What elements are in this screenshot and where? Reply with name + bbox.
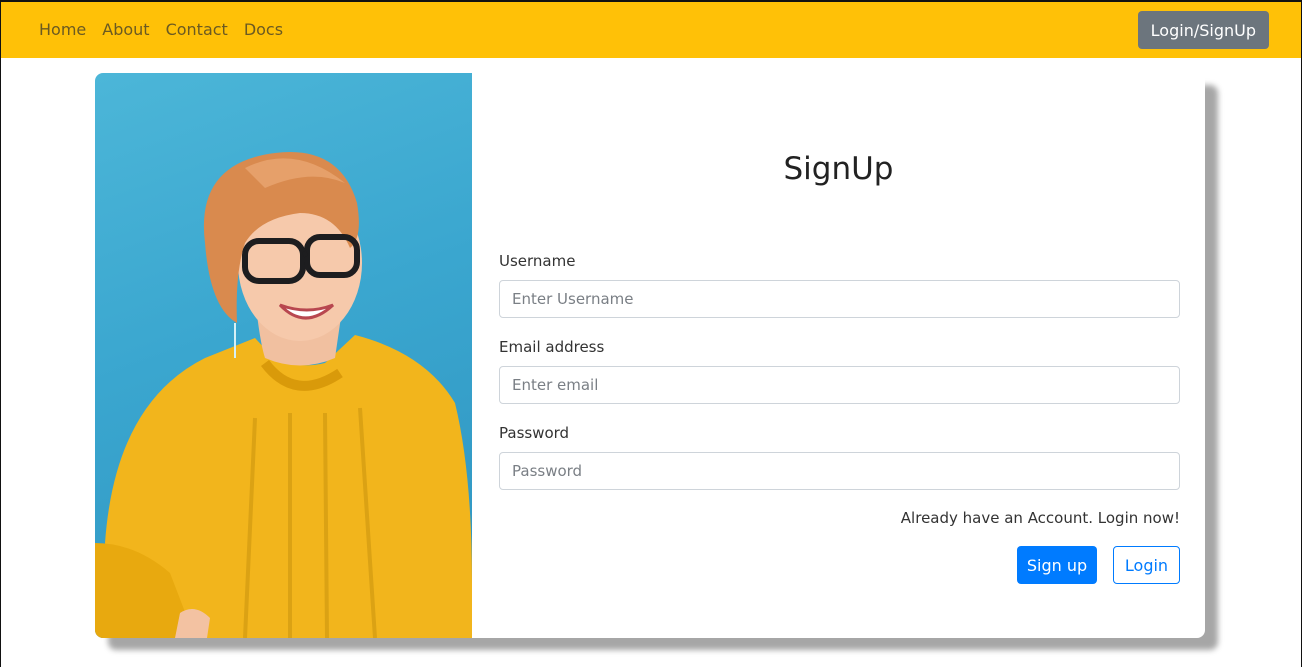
top-navbar: Home About Contact Docs Login/SignUp [0,0,1302,58]
nav-link-contact[interactable]: Contact [166,20,228,39]
nav-link-docs[interactable]: Docs [244,20,283,39]
password-label: Password [499,424,570,442]
signup-card: SignUp Username Email address Password A… [95,73,1205,638]
woman-in-yellow-sweater-illustration [95,152,472,638]
email-label: Email address [499,338,605,356]
username-input[interactable] [499,280,1180,318]
profile-photo [95,73,472,638]
form-title: SignUp [783,151,894,187]
nav-link-about[interactable]: About [102,20,149,39]
signup-button[interactable]: Sign up [1017,546,1097,584]
password-input[interactable] [499,452,1180,490]
username-label: Username [499,252,576,270]
login-signup-button[interactable]: Login/SignUp [1137,11,1269,49]
nav-link-home[interactable]: Home [39,20,86,39]
login-prompt-text: Already have an Account. Login now! [900,509,1180,527]
signup-form: SignUp Username Email address Password A… [472,73,1205,638]
email-input[interactable] [499,366,1180,404]
login-button[interactable]: Login [1113,546,1180,584]
nav-links: Home About Contact Docs [39,20,283,39]
